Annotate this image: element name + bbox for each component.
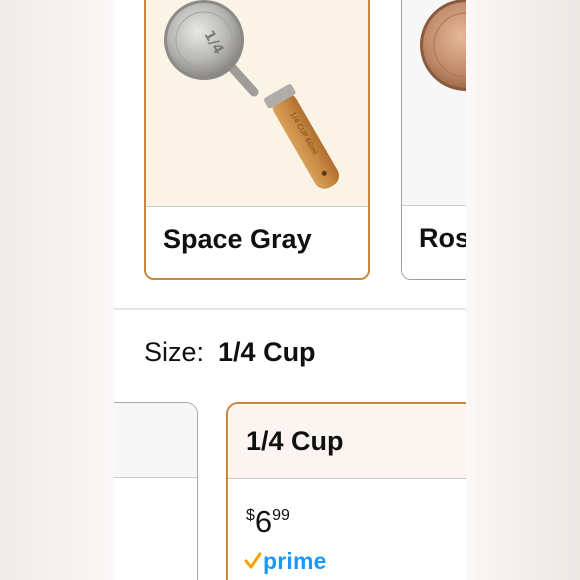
price-fraction: 99 — [272, 507, 290, 524]
size-option-card-selected[interactable]: 1/4 Cup $699 prime — [226, 402, 466, 580]
background-blur-right — [466, 0, 580, 580]
size-option-header — [114, 403, 197, 478]
swatch-image: 1/4 CUP 60ml 1/4 — [146, 0, 368, 206]
size-option-label: 1/4 Cup — [246, 426, 344, 456]
prime-check-icon — [244, 552, 262, 569]
size-value: 1/4 Cup — [218, 337, 316, 367]
size-option-card-previous[interactable] — [114, 402, 198, 580]
background-blur-left — [0, 0, 114, 580]
section-divider — [114, 308, 466, 310]
price: $699 — [246, 504, 290, 540]
swatch-label: Space Gray — [163, 224, 312, 254]
size-option-header: 1/4 Cup — [228, 404, 466, 479]
rose-gold-cup-icon — [420, 0, 466, 91]
swatch-label-area: Ros — [402, 205, 466, 279]
product-variation-panel: 1/4 CUP 60ml 1/4 Space Gray Ros Size: 1/… — [114, 0, 466, 580]
swatch-label-area: Space Gray — [146, 206, 368, 278]
color-swatch-rose[interactable]: Ros — [401, 0, 466, 280]
color-swatch-space-gray[interactable]: 1/4 CUP 60ml 1/4 Space Gray — [144, 0, 370, 280]
measuring-cup-icon: 1/4 CUP 60ml 1/4 — [164, 0, 339, 189]
prime-text: prime — [263, 547, 327, 574]
size-key: Size: — [144, 337, 205, 367]
prime-badge: prime — [244, 548, 327, 574]
swatch-image — [402, 0, 466, 205]
size-selection-row: Size: 1/4 Cup — [144, 337, 316, 368]
price-whole: 6 — [254, 504, 273, 539]
price-symbol: $ — [246, 507, 255, 524]
swatch-label: Ros — [419, 223, 466, 253]
